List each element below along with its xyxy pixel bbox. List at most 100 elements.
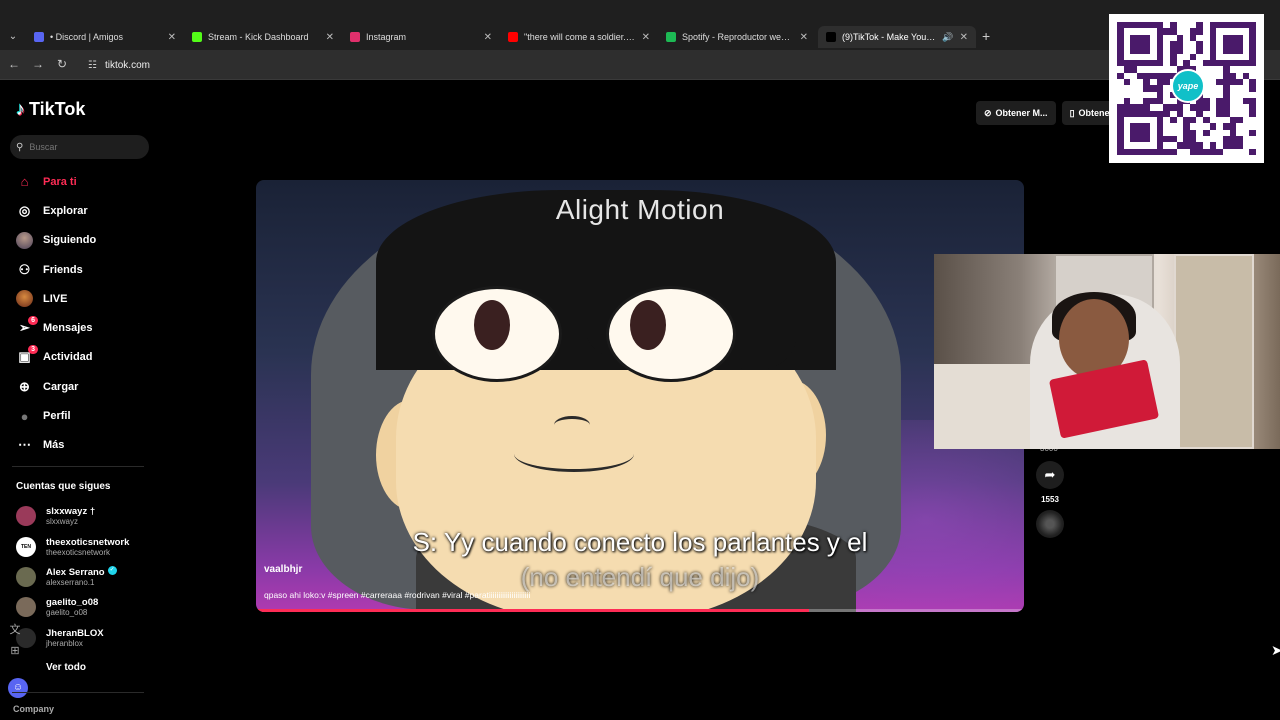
webcam-door — [1174, 254, 1254, 449]
sidebar-item-label: LIVE — [43, 292, 68, 305]
sidebar-item-friends[interactable]: ⚇ Friends — [0, 255, 160, 284]
sidebar-item-profile[interactable]: ● Perfil — [0, 401, 160, 430]
tab-favicon-icon — [666, 32, 676, 42]
browser-toolbar: ← → ↻ ☷ tiktok.com — [0, 50, 1280, 80]
sidebar-divider — [12, 466, 144, 467]
tab-audio-icon[interactable]: 🔊 — [942, 32, 953, 43]
tab-search-chevron-icon[interactable]: ⌄ — [4, 28, 22, 46]
tab-close-icon[interactable]: ✕ — [168, 32, 176, 43]
qr-module — [1196, 148, 1204, 155]
qr-module — [1163, 148, 1170, 155]
sidebar-item-upload[interactable]: ⊕ Cargar — [0, 372, 160, 401]
new-tab-icon[interactable]: + — [982, 28, 990, 44]
following-account[interactable]: JheranBLOX jheranblox — [0, 623, 160, 653]
discord-icon[interactable]: ☺ — [8, 678, 28, 698]
tab-close-icon[interactable]: ✕ — [326, 32, 334, 43]
qr-module — [1176, 148, 1184, 155]
get-app-button[interactable]: ⊘ Obtener M... — [976, 101, 1056, 125]
tab-close-icon[interactable]: ✕ — [960, 32, 968, 43]
avatar — [16, 597, 36, 618]
sidebar-item-label: Perfil — [43, 410, 71, 423]
sidebar-divider-bottom — [12, 692, 144, 693]
qr-module — [1249, 148, 1256, 155]
video-subtitle-line2: (no entendí que dijo) — [520, 562, 760, 592]
account-name-row: JheranBLOX — [46, 627, 104, 639]
address-bar[interactable]: ☷ tiktok.com — [82, 54, 1262, 76]
sidebar-item-messages[interactable]: ➢ 6 Mensajes — [0, 313, 160, 342]
tiktok-logo[interactable]: ♪ TikTok — [16, 99, 85, 120]
browser-tab[interactable]: Spotify - Reproductor web: mú ✕ — [658, 26, 816, 48]
avatar — [16, 506, 36, 527]
account-name-row: Alex Serrano ✓ — [46, 566, 117, 578]
search-input[interactable] — [29, 142, 140, 152]
following-account[interactable]: Alex Serrano ✓ alexserrano.1 — [0, 562, 160, 592]
following-account[interactable]: TEN theexoticsnetwork theexoticsnetwork — [0, 531, 160, 561]
back-icon[interactable]: ← — [6, 56, 22, 72]
video-player[interactable]: Alight Motion S: Yy cuando conecto los p… — [256, 180, 1024, 612]
sidebar-item-label: Mensajes — [43, 322, 93, 335]
upload-icon: ⊕ — [19, 378, 30, 394]
sidebar-item-activity[interactable]: ▣ 3 Actividad — [0, 343, 160, 372]
account-name-row: slxxwayz † — [46, 505, 95, 517]
following-account[interactable]: gaelito_o08 gaelito_o08 — [0, 592, 160, 622]
music-disc-icon[interactable] — [1036, 510, 1064, 538]
browser-tab-bar: ⌄ • Discord | Amigos ✕ Stream - Kick Dashb… — [0, 0, 1280, 50]
messages-icon: ➢ 6 — [16, 315, 38, 337]
sidebar-item-more[interactable]: ⋯ Más — [0, 431, 160, 460]
browser-tab[interactable]: Stream - Kick Dashboard ✕ — [184, 26, 342, 48]
qr-module — [1242, 148, 1250, 155]
character-eye-right — [606, 286, 736, 382]
reload-icon[interactable]: ↻ — [54, 56, 70, 72]
see-all-link[interactable]: Ver todo — [46, 662, 86, 673]
sidebar-item-compass[interactable]: ◎ Explorar — [0, 196, 160, 225]
account-text: theexoticsnetwork theexoticsnetwork — [46, 536, 129, 558]
webcam-overlay — [934, 254, 1280, 449]
share-button[interactable]: ➦ — [1036, 461, 1064, 489]
forward-icon[interactable]: → — [30, 56, 46, 72]
sidebar-item-live[interactable]: LIVE — [0, 284, 160, 313]
sidebar-item-label: Actividad — [43, 351, 93, 364]
account-text: Alex Serrano ✓ alexserrano.1 — [46, 566, 117, 588]
account-username: alexserrano.1 — [46, 577, 95, 587]
live-icon — [16, 290, 33, 308]
qr-module — [1123, 148, 1131, 155]
translate-icon[interactable]: 文 — [10, 621, 21, 637]
video-progress-fill — [256, 609, 809, 612]
tiktok-logo-text: TikTok — [29, 99, 86, 119]
mouse-cursor-icon: ➤ — [1271, 642, 1280, 658]
qr-module — [1229, 148, 1237, 155]
notification-badge: 6 — [28, 315, 38, 325]
search-box[interactable]: ⚲ — [10, 135, 149, 159]
qr-module — [1169, 148, 1177, 155]
grid-icon[interactable]: ⊞ — [10, 644, 19, 657]
sidebar-item-home[interactable]: ⌂ Para ti — [0, 167, 160, 196]
browser-tab[interactable]: "there will come a soldier..." | S ✕ — [500, 26, 658, 48]
get-desktop-label: Obtene — [1078, 108, 1110, 118]
yape-qr-code: yape — [1109, 14, 1264, 163]
account-username: theexoticsnetwork — [46, 547, 111, 557]
tab-title: Stream - Kick Dashboard — [208, 32, 309, 42]
site-settings-icon[interactable]: ☷ — [88, 60, 97, 71]
browser-tab[interactable]: (9)TikTok - Make Your Day 🔊 ✕ — [818, 26, 976, 48]
browser-tab[interactable]: • Discord | Amigos ✕ — [26, 26, 184, 48]
tab-close-icon[interactable]: ✕ — [642, 32, 650, 43]
following-account[interactable]: slxxwayz † slxxwayz — [0, 501, 160, 531]
share-icon: ➦ — [1044, 467, 1056, 482]
video-author[interactable]: vaalbhjr — [264, 564, 302, 575]
video-progress-bar[interactable] — [256, 609, 1024, 612]
avatar: TEN — [16, 536, 36, 557]
activity-icon: ▣ 3 — [16, 344, 38, 366]
browser-tab[interactable]: Instagram ✕ — [342, 26, 500, 48]
tab-close-icon[interactable]: ✕ — [484, 32, 492, 43]
more-icon: ⋯ — [18, 437, 31, 453]
tab-close-icon[interactable]: ✕ — [800, 32, 808, 43]
account-username: jheranblox — [46, 638, 83, 648]
sidebar-item-label: Para ti — [43, 175, 77, 188]
sidebar-item-following-avatar[interactable]: Siguiendo — [0, 226, 160, 255]
account-name: slxxwayz † — [46, 506, 96, 518]
qr-module — [1222, 148, 1230, 155]
tab-favicon-icon — [350, 32, 360, 42]
company-link[interactable]: Company — [13, 704, 54, 714]
profile-icon: ● — [20, 408, 29, 424]
account-username: slxxwayz — [46, 517, 79, 527]
